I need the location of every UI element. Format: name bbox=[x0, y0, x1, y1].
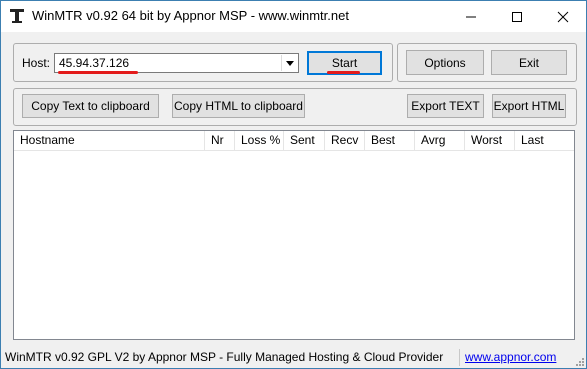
column-header-nr[interactable]: Nr bbox=[205, 131, 235, 150]
maximize-icon bbox=[512, 12, 522, 22]
results-listview[interactable]: Hostname Nr Loss % Sent Recv Best Avrg W… bbox=[13, 130, 575, 340]
host-underline-annotation bbox=[58, 71, 138, 74]
host-dropdown-button[interactable] bbox=[281, 55, 297, 71]
host-label: Host: bbox=[22, 56, 51, 70]
host-combobox[interactable]: 45.94.37.126 bbox=[54, 53, 299, 73]
column-header-sent[interactable]: Sent bbox=[284, 131, 325, 150]
column-header-recv[interactable]: Recv bbox=[325, 131, 365, 150]
start-underline-annotation bbox=[327, 71, 360, 74]
copy-text-button[interactable]: Copy Text to clipboard bbox=[22, 94, 159, 118]
column-header-avrg[interactable]: Avrg bbox=[415, 131, 465, 150]
close-button[interactable] bbox=[540, 1, 586, 32]
title-bar[interactable]: WinMTR v0.92 64 bit by Appnor MSP - www.… bbox=[1, 1, 586, 32]
minimize-icon bbox=[466, 16, 476, 18]
host-input[interactable]: 45.94.37.126 bbox=[59, 56, 129, 70]
dropdown-arrow-icon bbox=[285, 60, 294, 66]
close-icon bbox=[557, 11, 569, 23]
minimize-button[interactable] bbox=[448, 1, 494, 32]
exit-button[interactable]: Exit bbox=[491, 50, 567, 75]
app-icon bbox=[10, 9, 24, 23]
status-separator bbox=[459, 349, 460, 366]
resize-grip-icon[interactable] bbox=[574, 356, 584, 366]
appnor-link[interactable]: www.appnor.com bbox=[465, 350, 556, 364]
status-bar: WinMTR v0.92 GPL V2 by Appnor MSP - Full… bbox=[1, 347, 586, 368]
status-text: WinMTR v0.92 GPL V2 by Appnor MSP - Full… bbox=[5, 350, 444, 364]
column-header-best[interactable]: Best bbox=[365, 131, 415, 150]
column-header-loss[interactable]: Loss % bbox=[235, 131, 284, 150]
column-header-worst[interactable]: Worst bbox=[465, 131, 515, 150]
maximize-button[interactable] bbox=[494, 1, 540, 32]
column-header-hostname[interactable]: Hostname bbox=[14, 131, 205, 150]
listview-header: Hostname Nr Loss % Sent Recv Best Avrg W… bbox=[14, 131, 574, 151]
column-header-last[interactable]: Last bbox=[515, 131, 574, 150]
copy-html-button[interactable]: Copy HTML to clipboard bbox=[172, 94, 305, 118]
options-button[interactable]: Options bbox=[406, 50, 484, 75]
export-html-button[interactable]: Export HTML bbox=[492, 94, 566, 118]
winmtr-window: WinMTR v0.92 64 bit by Appnor MSP - www.… bbox=[0, 0, 587, 369]
window-title: WinMTR v0.92 64 bit by Appnor MSP - www.… bbox=[32, 8, 349, 23]
export-text-button[interactable]: Export TEXT bbox=[407, 94, 484, 118]
